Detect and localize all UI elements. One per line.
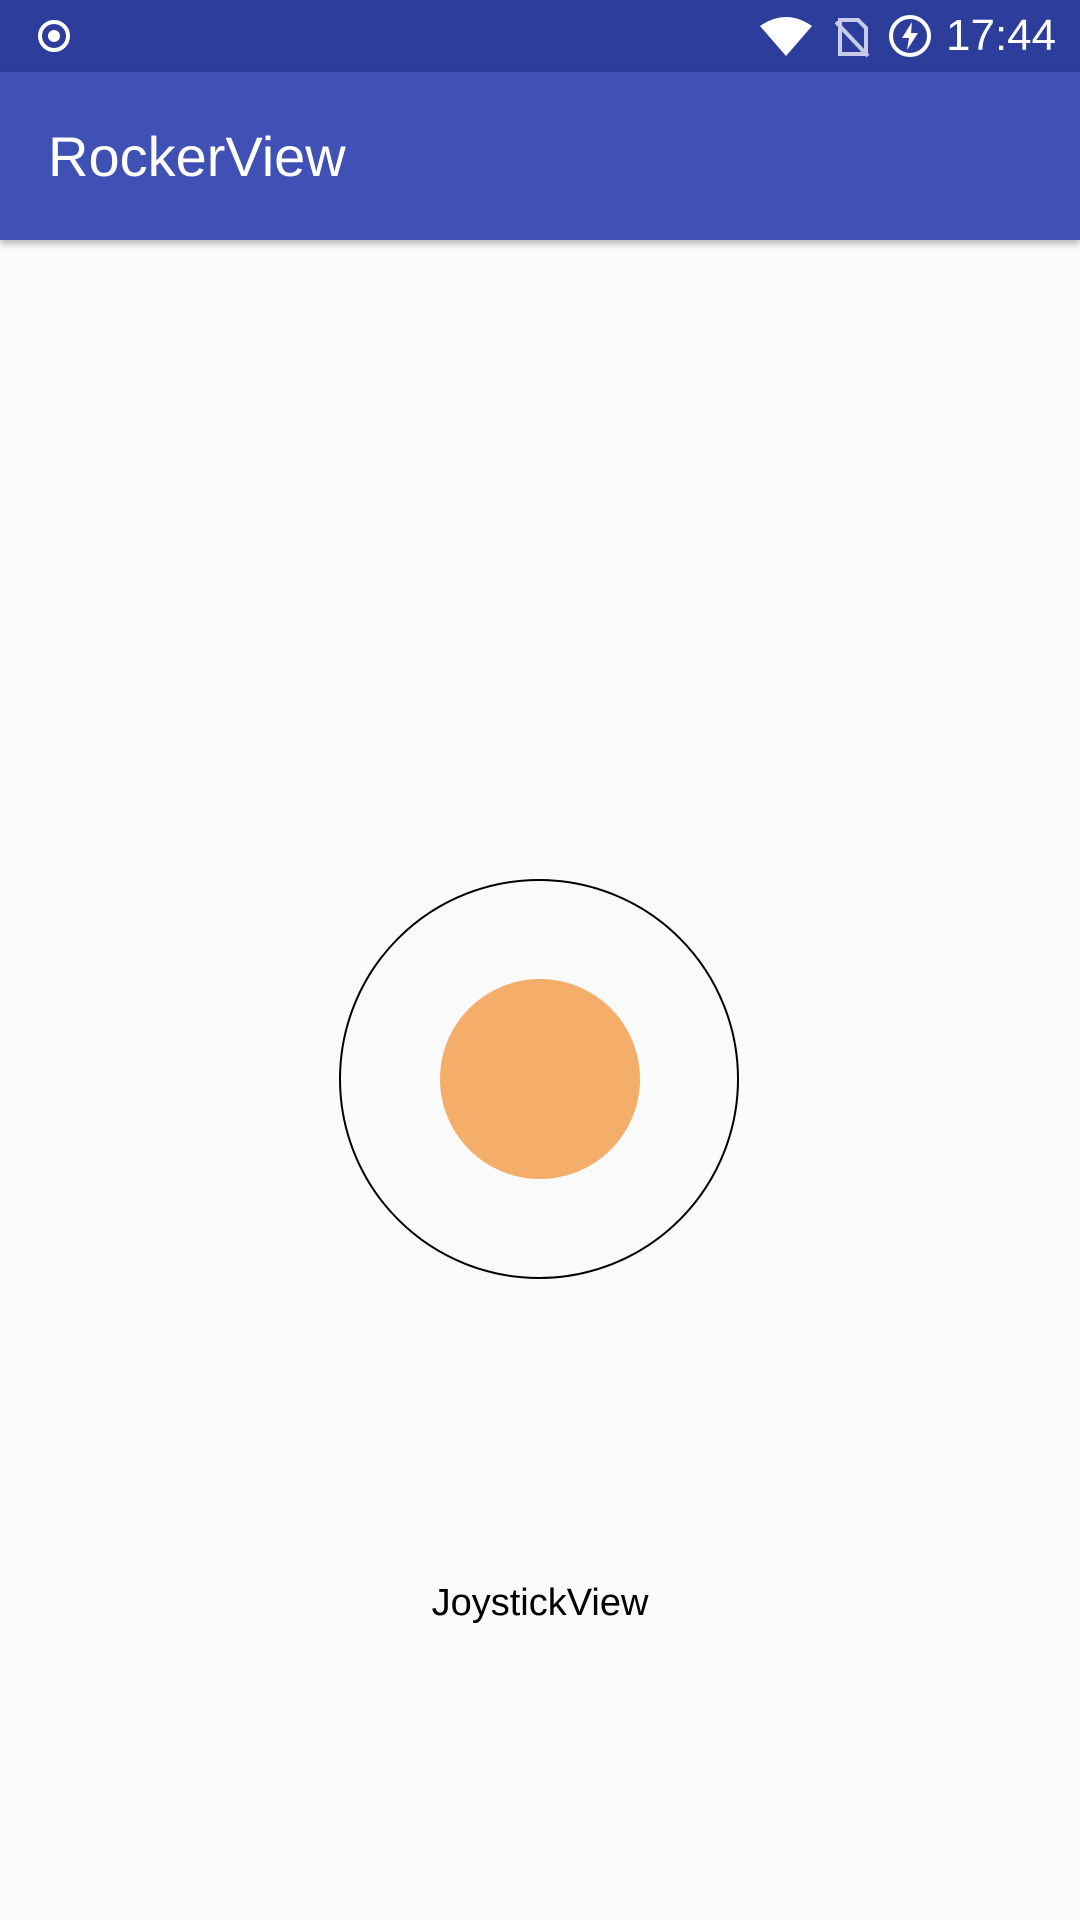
no-sim-icon [834,18,870,58]
joystick[interactable] [339,879,739,1279]
joystick-view-label: JoystickView [431,1582,649,1624]
app-bar: RockerView [0,72,1080,240]
status-bar: 17:44 [0,0,1080,72]
app-title: RockerView [48,125,346,188]
status-clock: 17:44 [946,11,1057,60]
joystick-knob[interactable] [440,979,640,1179]
wifi-icon [760,17,812,56]
joystick-canvas[interactable] [339,879,739,1279]
battery-charging-icon [889,15,931,57]
screen: 17:44 RockerView JoystickView [0,0,1080,1920]
notification-dot-icon [38,20,70,52]
